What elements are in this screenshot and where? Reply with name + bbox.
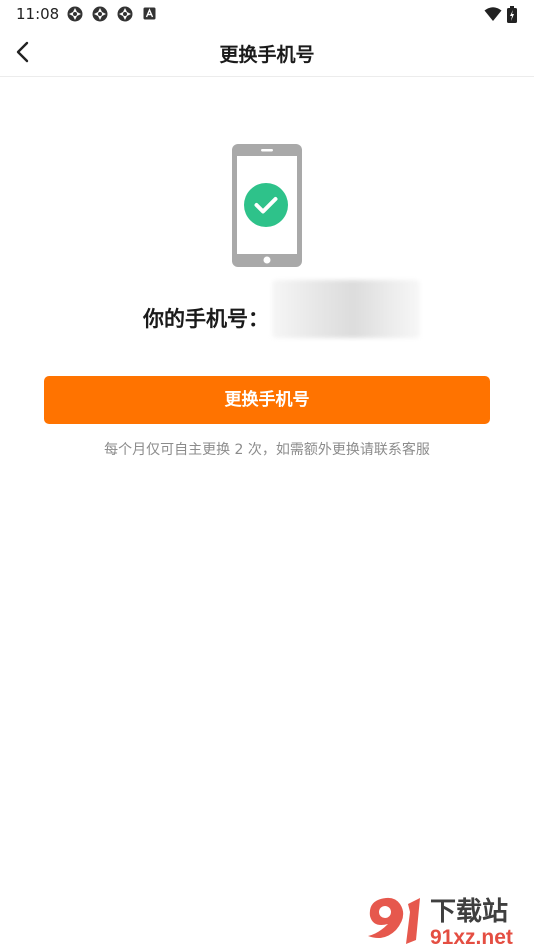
app-notification-icon [117,6,133,22]
phone-label: 你的手机号： [143,307,269,331]
page-title: 更换手机号 [219,44,315,66]
change-phone-button[interactable]: 更换手机号 [44,376,490,424]
nav-bar: 更换手机号 [0,28,534,77]
battery-charging-icon [507,6,519,23]
status-time: 11:08 [16,5,60,23]
phone-number-row: 你的手机号： [0,280,534,338]
app-notification-icon [92,6,108,22]
accessibility-icon [143,7,159,23]
status-bar: 11:08 [0,0,534,28]
change-limit-hint: 每个月仅可自主更换 2 次，如需额外更换请联系客服 [104,442,430,458]
watermark-logo: 下载站 91xz.net [364,890,534,950]
phone-verified-icon [232,144,302,267]
wifi-icon [484,6,502,22]
watermark-bottom-text: 91xz.net [430,926,513,949]
phone-number-masked [272,280,420,338]
app-notification-icon [67,6,83,22]
watermark-top-text: 下载站 [430,896,508,926]
